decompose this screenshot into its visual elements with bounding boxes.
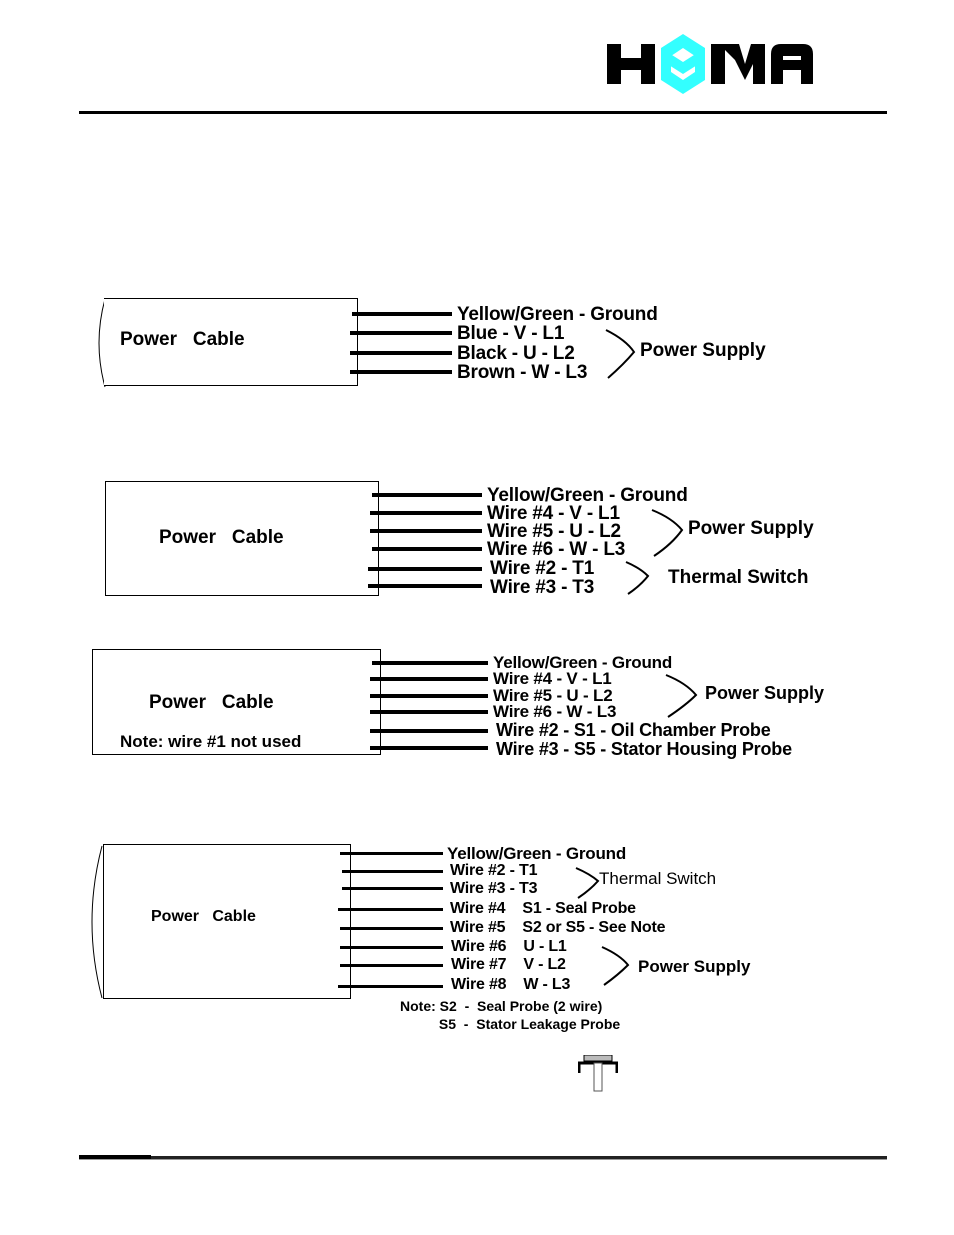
wire-label: Wire #6 - W - L3 <box>493 702 617 721</box>
wire-line <box>370 729 488 733</box>
wire-line <box>340 946 443 949</box>
terminal-symbol-icon <box>578 1055 618 1092</box>
group-label-power-supply: Power Supply <box>638 957 751 976</box>
wire-line <box>370 710 488 714</box>
wire-label: Wire #3 - S5 - Stator Housing Probe <box>496 739 792 759</box>
wire-line <box>368 584 482 588</box>
box-note: Note: wire #1 not used <box>120 732 302 751</box>
wire-label: Wire #4 S1 - Seal Probe <box>450 900 636 917</box>
group-brace <box>651 509 684 557</box>
power-cable-label: Power Cable <box>149 692 274 713</box>
wire-line <box>372 547 482 551</box>
group-brace <box>665 674 698 718</box>
power-cable-label: Power Cable <box>151 908 256 925</box>
note-line: Note: S2 - Seal Probe (2 wire) <box>400 998 603 1014</box>
wire-line <box>342 887 443 890</box>
power-cable-box: Power Cable <box>103 844 351 999</box>
power-cable-box: Power Cable Note: wire #1 not used <box>92 649 381 755</box>
wire-label: Wire #8 W - L3 <box>451 976 571 993</box>
wire-line <box>350 370 452 374</box>
wire-line <box>372 661 488 665</box>
wire-label: Blue - V - L1 <box>457 323 565 344</box>
group-label-power-supply: Power Supply <box>688 518 814 539</box>
group-brace <box>625 561 650 595</box>
wire-line <box>368 567 482 571</box>
group-brace <box>575 867 600 899</box>
wire-label: Wire #7 V - L2 <box>451 956 566 973</box>
wire-label: Yellow/Green - Ground <box>457 304 658 325</box>
power-cable-label: Power Cable <box>159 527 284 548</box>
power-cable-label: Power Cable <box>120 329 245 350</box>
group-label-thermal-switch: Thermal Switch <box>668 567 809 588</box>
wire-label: Brown - W - L3 <box>457 362 588 383</box>
wire-line <box>370 694 488 698</box>
wire-label: Wire #5 S2 or S5 - See Note <box>450 919 666 936</box>
wire-label: Wire #2 - T1 <box>450 862 538 879</box>
wire-line <box>342 870 443 873</box>
group-label-power-supply: Power Supply <box>640 340 766 361</box>
wire-line <box>352 312 452 316</box>
wire-label: Wire #3 - T3 <box>490 577 595 598</box>
footer-rule <box>79 1155 887 1160</box>
wire-label: Wire #2 - T1 <box>490 558 595 579</box>
wire-line <box>372 493 482 497</box>
wire-line <box>370 677 488 681</box>
wire-line <box>370 529 482 533</box>
header-rule <box>79 111 887 114</box>
wire-line <box>338 985 443 988</box>
wire-label: Wire #2 - S1 - Oil Chamber Probe <box>496 720 771 740</box>
wire-line <box>338 908 443 911</box>
wire-label: Wire #6 U - L1 <box>451 938 567 955</box>
wire-line <box>340 852 443 855</box>
wire-label: Wire #3 - T3 <box>450 880 538 897</box>
group-brace <box>605 329 636 379</box>
wire-label: Wire #4 - V - L1 <box>493 669 612 688</box>
note-line: S5 - Stator Leakage Probe <box>400 1016 621 1032</box>
group-label-power-supply: Power Supply <box>705 683 825 703</box>
homa-logo <box>607 34 813 94</box>
power-cable-box: Power Cable <box>104 298 358 386</box>
wire-line <box>340 927 443 930</box>
group-brace <box>601 946 630 986</box>
group-label-thermal-switch: Thermal Switch <box>599 869 717 888</box>
wire-label: Black - U - L2 <box>457 343 575 364</box>
wire-line <box>340 964 443 967</box>
wire-line <box>350 331 452 335</box>
wire-line <box>370 746 488 750</box>
wire-label: Wire #6 - W - L3 <box>487 539 626 560</box>
power-cable-box: Power Cable <box>105 481 379 596</box>
wire-line <box>350 351 452 355</box>
wire-line <box>370 511 482 515</box>
wire-label: Yellow/Green - Ground <box>447 844 627 863</box>
